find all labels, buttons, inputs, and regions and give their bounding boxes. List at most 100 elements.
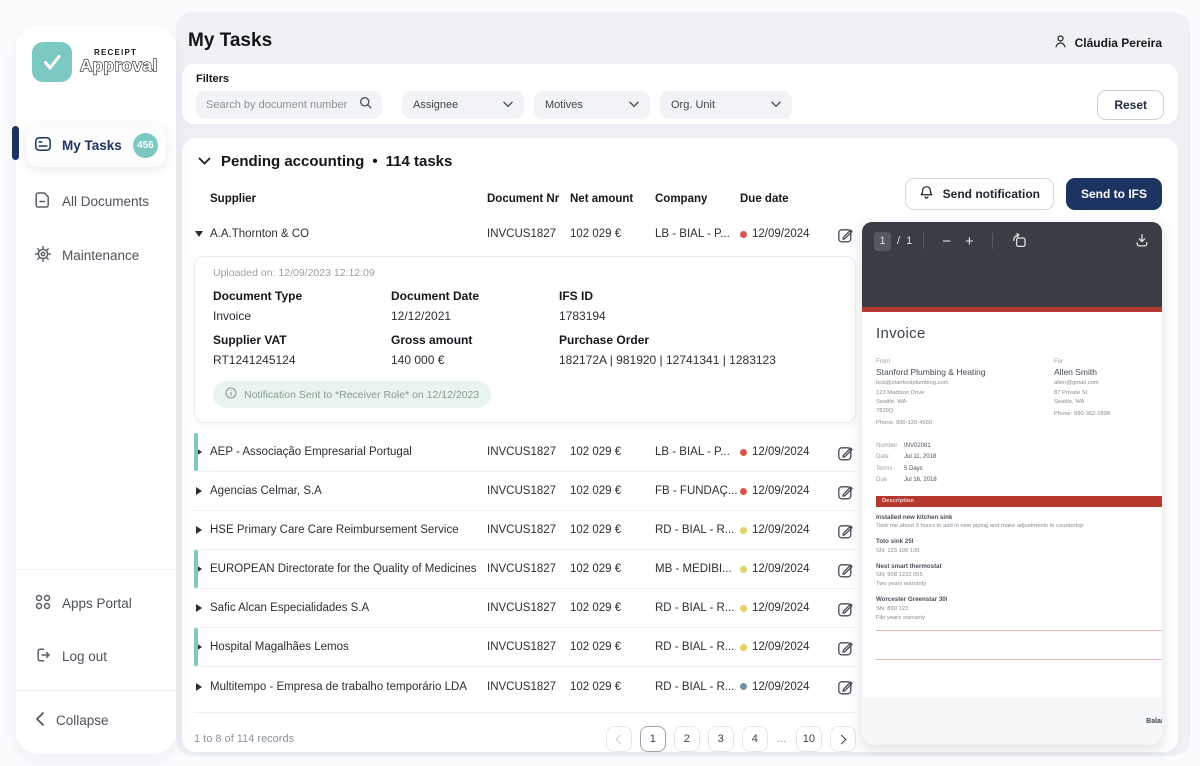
edit-task-button[interactable] — [835, 559, 856, 580]
download-button[interactable] — [1134, 232, 1150, 251]
supplier-cell: EUROPEAN Directorate for the Quality of … — [210, 563, 477, 575]
status-dot — [740, 487, 747, 495]
sidebar-item-apps-portal[interactable]: Apps Portal — [26, 584, 166, 623]
sidebar-item-all-documents[interactable]: All Documents — [26, 182, 166, 221]
assignee-select[interactable]: Assignee — [402, 91, 524, 119]
item-line: File years warranty — [876, 614, 925, 621]
send-to-ifs-button[interactable]: Send to IFS — [1066, 178, 1162, 210]
item-name: Worcester Greenstar 30i — [876, 596, 948, 604]
user-menu[interactable]: Cláudia Pereira — [1053, 34, 1162, 52]
field-value: 12/12/2021 — [391, 309, 452, 323]
invoice-line-item: Worcester Greenstar 30i SN: 890 123 File y… — [876, 595, 1148, 623]
status-dot — [740, 565, 747, 573]
page-button[interactable]: 4 — [741, 726, 768, 752]
col-supplier: Supplier — [210, 193, 257, 205]
page-next-button[interactable] — [830, 726, 856, 752]
chevron-right-icon — [836, 734, 847, 744]
task-row[interactable]: HSE Primary Care Care Reimbursement Serv… — [194, 511, 856, 550]
caret-right-icon[interactable] — [196, 448, 202, 456]
due-date-cell: 12/09/2024 — [740, 602, 818, 614]
meta-value: INV02081 — [904, 442, 931, 449]
caret-right-icon[interactable] — [196, 565, 202, 573]
task-row[interactable]: EUROPEAN Directorate for the Quality of … — [194, 550, 856, 589]
company-cell: RD - BIAL - R... — [655, 524, 735, 536]
edit-task-button[interactable] — [835, 598, 856, 619]
item-line: SN: 908 1232 055 — [876, 572, 923, 579]
notification-pill: Notification Sent to *Receiver Role* on … — [213, 381, 492, 408]
col-net-amount: Net amount — [570, 193, 634, 205]
item-name: Installed new kitchen sink — [876, 513, 953, 521]
page-button[interactable]: 2 — [673, 726, 700, 752]
page-prev-button[interactable] — [605, 726, 632, 752]
invoice-line-item: Toto sink 25l SN: 123 109 109 — [876, 537, 1148, 556]
task-row[interactable]: Multitempo - Empresa de trabalho temporá… — [194, 667, 856, 706]
detail-field: Document Date 12/12/2021 — [391, 289, 559, 323]
caret-down-icon[interactable] — [195, 231, 203, 237]
zoom-in-button[interactable]: + — [958, 234, 981, 249]
sidebar-item-maintenance[interactable]: Maintenance — [26, 236, 166, 275]
search-input[interactable] — [206, 99, 359, 111]
info-icon — [225, 387, 237, 402]
caret-right-icon[interactable] — [196, 487, 202, 495]
edit-task-button[interactable] — [835, 224, 856, 245]
net-amount-cell: 102 029 € — [570, 680, 622, 693]
reset-button[interactable]: Reset — [1097, 90, 1164, 120]
task-row[interactable]: Safic Alcan Especialidades S.A INVCUS182… — [194, 589, 856, 628]
sidebar-collapse[interactable]: Collapse — [26, 703, 166, 738]
send-notification-button[interactable]: Send notification — [904, 178, 1054, 210]
supplier-cell: HSE Primary Care Care Reimbursement Serv… — [210, 524, 459, 536]
caret-right-icon[interactable] — [196, 604, 202, 612]
active-indicator — [12, 126, 19, 160]
motives-select[interactable]: Motives — [534, 91, 650, 119]
caret-right-icon[interactable] — [196, 682, 202, 691]
supplier-cell: A.A.Thornton & CO — [210, 228, 310, 240]
logout-icon — [34, 646, 52, 667]
filters-card: Filters Assignee Motives Org. Unit Reset — [182, 64, 1178, 124]
edit-task-button[interactable] — [835, 442, 856, 463]
divider — [991, 233, 993, 249]
edit-icon — [838, 446, 853, 460]
page-title: My Tasks — [188, 30, 273, 51]
task-row-expanded[interactable]: A.A.Thornton & CO INVCUS1827 102 029 € L… — [194, 216, 856, 252]
bell-icon — [919, 185, 934, 203]
rotate-button[interactable] — [1004, 232, 1034, 251]
edit-task-button[interactable] — [835, 637, 856, 658]
sidebar-item-my-tasks[interactable]: My Tasks 456 — [12, 124, 166, 167]
document-nr-cell: INVCUS1827 — [487, 228, 557, 240]
search-box[interactable] — [196, 91, 382, 119]
net-amount-cell: 102 029 € — [570, 228, 622, 240]
logo-check-icon — [32, 42, 72, 82]
company-cell: FB - FUNDAÇ... — [655, 485, 738, 497]
current-page-input[interactable]: 1 — [874, 231, 891, 251]
invoice-footer: Balance — [862, 697, 1162, 745]
section-toggle[interactable]: Pending accounting • 114 tasks — [198, 153, 452, 170]
pagination-summary: 1 to 8 of 114 records — [194, 733, 295, 745]
sidebar-item-label: All Documents — [62, 194, 150, 209]
edit-icon — [838, 524, 853, 538]
sidebar-item-log-out[interactable]: Log out — [26, 637, 166, 676]
zoom-out-button[interactable]: − — [935, 234, 958, 249]
net-amount-cell: 102 029 € — [570, 446, 622, 458]
page-button[interactable]: 1 — [639, 726, 666, 752]
task-row[interactable]: Agencias Celmar, S.A INVCUS1827 102 029 … — [194, 472, 856, 511]
page-button[interactable]: 3 — [707, 726, 734, 752]
edit-task-button[interactable] — [835, 481, 856, 502]
page-button[interactable]: 10 — [795, 726, 822, 752]
org-unit-select[interactable]: Org. Unit — [660, 91, 792, 119]
edit-icon — [838, 485, 853, 499]
caret-right-icon[interactable] — [196, 526, 202, 534]
meta-value: 5 Days — [904, 465, 923, 472]
status-dot — [740, 230, 747, 238]
pdf-margin — [862, 260, 1162, 307]
detail-field: Gross amount 140 000 € — [391, 333, 559, 367]
caret-right-icon[interactable] — [196, 643, 202, 651]
logo-bottom-text: Approval — [79, 56, 158, 76]
edit-task-button[interactable] — [835, 676, 856, 697]
person-icon — [1053, 34, 1068, 52]
edit-task-button[interactable] — [835, 520, 856, 541]
invoice-meta-row: Date Jul 11, 2018 — [876, 452, 1162, 463]
task-row[interactable]: Hospital Magalhães Lemos INVCUS1827 102 … — [194, 628, 856, 667]
tasks-card: Pending accounting • 114 tasks Supplier … — [182, 138, 1178, 752]
task-row[interactable]: AEP - Associação Empresarial Portugal IN… — [194, 433, 856, 472]
document-nr-cell: INVCUS1827 — [487, 563, 557, 575]
